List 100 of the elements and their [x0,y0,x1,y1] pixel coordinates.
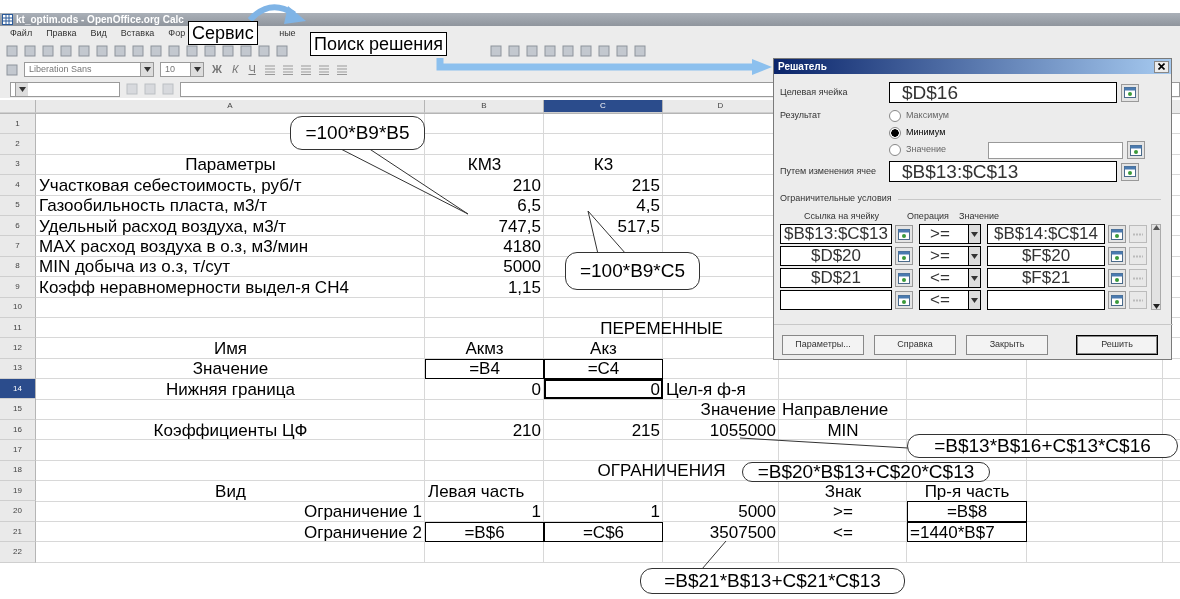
input-field[interactable] [987,290,1105,310]
row-header[interactable]: 5 [0,195,36,216]
formula-callout: =B$20*B$13+C$20*C$13 [742,462,990,482]
column-header[interactable]: B [425,100,544,113]
row-header[interactable]: 4 [0,175,36,196]
lines-icon[interactable] [263,64,276,75]
pick-button[interactable] [1108,247,1126,265]
square-icon[interactable] [186,44,198,57]
row-header[interactable]: 11 [0,317,36,339]
row-header[interactable]: 1 [0,114,36,135]
operator-dropdown[interactable]: <= [919,290,981,310]
row-header[interactable]: 9 [0,277,36,298]
row-header[interactable]: 17 [0,440,36,461]
table-cell-text: Коэфф неравномерности выдел-я CH4 [38,277,350,298]
pick-button[interactable] [895,269,913,287]
radio-button[interactable]: Максимум [889,107,984,124]
input-field[interactable]: $F$20 [987,246,1105,266]
square-icon[interactable] [240,44,252,57]
table-cell-text: Знак [823,481,863,502]
pick-button[interactable] [1121,83,1139,102]
pick-button[interactable] [1108,225,1126,243]
row-header[interactable]: 10 [0,297,36,318]
table-cell-text: 6,5 [516,195,542,216]
row-header[interactable]: 15 [0,399,36,420]
input-field[interactable] [780,290,892,310]
table-cell-text: <= [832,521,854,543]
row-header[interactable]: 12 [0,338,36,359]
pick-button[interactable] [895,225,913,243]
bold-button[interactable]: Ж [210,61,224,78]
input-field[interactable]: $D$20 [780,246,892,266]
input-field[interactable]: $D$16 [889,82,1117,103]
column-heading: Операция [907,210,950,224]
row-header[interactable]: 22 [0,542,36,563]
input-field[interactable]: $F$21 [987,268,1105,288]
menu-item[interactable]: Фор [168,27,186,41]
table-cell-text: Акз [589,338,618,359]
underline-button[interactable]: Ч [246,61,258,78]
row-header[interactable]: 16 [0,419,36,441]
radio-button[interactable]: Минимум [889,124,984,141]
pick-button[interactable] [1121,162,1139,181]
column-header[interactable]: C [544,100,663,113]
pick-button[interactable] [1108,291,1126,309]
input-field[interactable]: $B$14:$C$14 [987,224,1105,244]
square-icon[interactable] [222,44,234,57]
input-field[interactable] [988,141,1123,159]
dialog-button[interactable]: Параметры... [782,335,864,355]
pick-button[interactable] [1108,269,1126,287]
size-dropdown[interactable]: 10 [160,62,204,77]
operator-dropdown[interactable]: <= [919,268,981,288]
table-cell-text: Акмз [464,338,505,359]
operator-dropdown[interactable]: >= [919,224,981,244]
dialog-button[interactable]: Справка [874,335,956,355]
row-header[interactable]: 6 [0,215,36,237]
input-field[interactable]: $B$13:$C$13 [780,224,892,244]
lines-icon[interactable] [335,64,348,75]
dialog-button[interactable]: Закрыть [966,335,1048,355]
menu-item[interactable]: Вид [90,27,107,41]
row-header[interactable]: 20 [0,501,36,522]
row-header[interactable]: 18 [0,460,36,482]
menu-item[interactable]: Правка [46,27,77,41]
table-cell: =1440*B$7 [907,521,1027,543]
dots-icon [1133,276,1143,280]
caret-icon [18,86,26,92]
close-button[interactable] [1154,60,1169,73]
square-icon[interactable] [204,44,216,57]
row-header[interactable]: 13 [0,358,36,380]
lines-icon[interactable] [299,64,312,75]
column-heading: Значение [959,210,1000,224]
lines-icon[interactable] [317,64,330,75]
row-header[interactable]: 3 [0,154,36,176]
scrollbar[interactable] [1151,224,1161,310]
lines-icon[interactable] [281,64,294,75]
font-dropdown[interactable]: Liberation Sans [24,62,154,77]
row-header[interactable]: 21 [0,521,36,543]
table-cell-text: MIN [826,419,860,441]
row-header[interactable]: 19 [0,481,36,502]
caret-icon [971,231,978,237]
name-box[interactable] [10,81,120,97]
radio-button[interactable]: Значение [889,141,984,159]
operator-dropdown[interactable]: >= [919,246,981,266]
pick-button[interactable] [1127,141,1145,159]
menu-item[interactable]: ные [279,27,296,41]
input-field[interactable]: $D$21 [780,268,892,288]
pick-button[interactable] [895,291,913,309]
menu-item[interactable]: Файл [10,27,33,41]
table-cell-text: MAX расход воздуха в о.з, м3/мин [38,236,310,257]
column-heading: Ссылка на ячейку [804,210,880,224]
row-header[interactable]: 14 [0,379,36,400]
table-cell-text: 1 [649,501,661,522]
select-all-corner[interactable] [0,100,36,113]
row-header[interactable]: 2 [0,134,36,155]
menu-item[interactable]: Вставка [120,27,155,41]
row-header[interactable]: 7 [0,236,36,257]
italic-button[interactable]: К [229,61,241,78]
dialog-button[interactable]: Решить [1076,335,1158,355]
caret-icon [971,275,978,281]
column-header[interactable]: A [36,100,425,113]
row-header[interactable]: 8 [0,256,36,278]
pick-button[interactable] [895,247,913,265]
input-field[interactable]: $B$13:$C$13 [889,161,1117,182]
